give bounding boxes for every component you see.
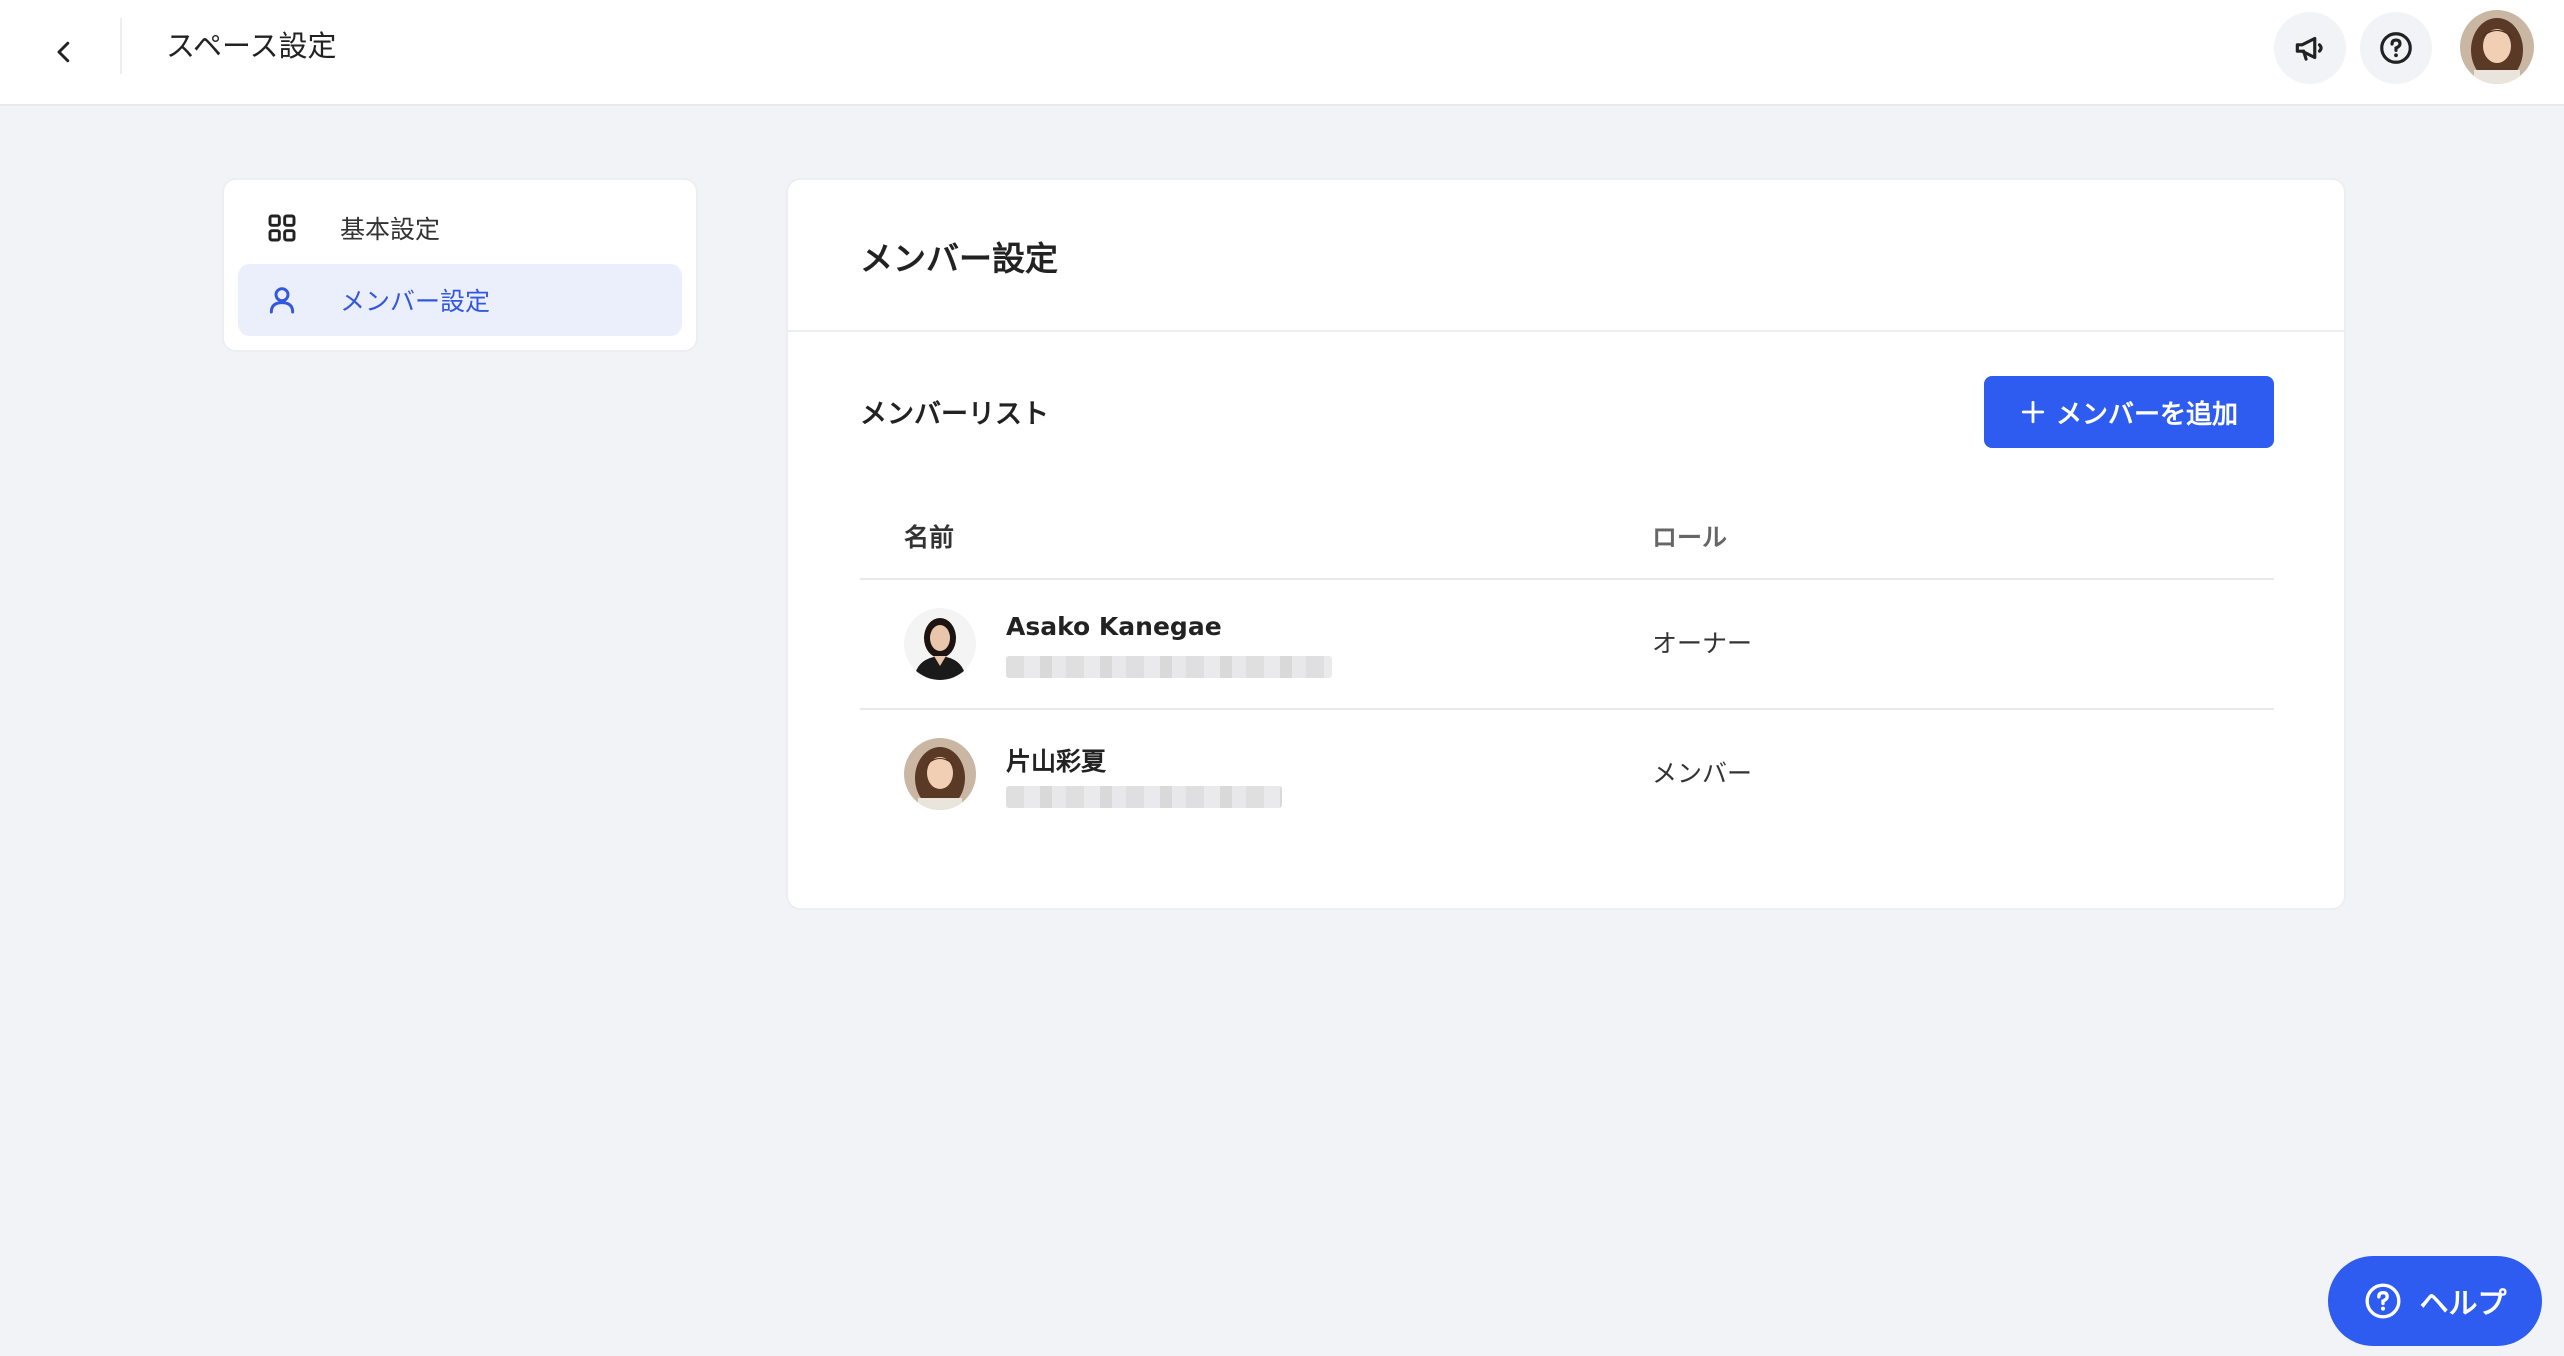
member-email-redacted — [1006, 656, 1332, 678]
avatar — [904, 608, 976, 680]
top-header: スペース設定 — [0, 0, 2564, 106]
plus-icon — [2021, 400, 2045, 424]
sidebar-item-label: 基本設定 — [340, 215, 441, 244]
avatar-photo — [904, 738, 976, 810]
add-member-label: メンバーを追加 — [2055, 399, 2238, 430]
announcement-button[interactable] — [2274, 12, 2346, 84]
member-list-title: メンバーリスト — [860, 399, 1049, 430]
member-name: 片山彩夏 — [1006, 747, 1107, 776]
avatar-photo — [904, 608, 976, 680]
member-role: メンバー — [1652, 759, 1753, 788]
section-title: メンバー設定 — [860, 239, 1058, 278]
sidebar-item-label: メンバー設定 — [340, 287, 491, 316]
sidebar-item-member-settings[interactable]: メンバー設定 — [238, 264, 682, 336]
help-icon-button[interactable] — [2360, 12, 2432, 84]
member-role: オーナー — [1652, 629, 1753, 658]
chevron-left-icon — [57, 41, 70, 63]
add-member-button[interactable]: メンバーを追加 — [1984, 376, 2274, 448]
back-button[interactable] — [36, 24, 92, 80]
sidebar-item-basic-settings[interactable]: 基本設定 — [238, 192, 682, 264]
avatar-photo — [2460, 10, 2534, 84]
page-title: スペース設定 — [166, 29, 337, 63]
question-circle-icon — [2380, 32, 2412, 64]
header-divider — [120, 18, 122, 74]
member-name: Asako Kanegae — [1006, 612, 1222, 641]
column-header-name: 名前 — [904, 523, 955, 552]
megaphone-icon — [2295, 36, 2323, 61]
grid-icon — [264, 210, 300, 246]
section-divider — [788, 330, 2344, 332]
table-row[interactable]: 片山彩夏 メンバー — [860, 710, 2274, 838]
help-button-label: ヘルプ — [2419, 1286, 2507, 1320]
settings-sidebar: 基本設定 メンバー設定 — [222, 178, 698, 352]
avatar — [904, 738, 976, 810]
column-header-role: ロール — [1652, 523, 1728, 552]
member-settings-card: メンバー設定 メンバーリスト メンバーを追加 名前 ロール Asako Kane… — [786, 178, 2346, 910]
help-button[interactable]: ヘルプ — [2328, 1256, 2542, 1346]
table-row[interactable]: Asako Kanegae オーナー — [860, 580, 2274, 708]
question-circle-icon — [2365, 1283, 2401, 1319]
member-email-redacted — [1006, 786, 1282, 808]
user-icon — [264, 282, 300, 318]
user-avatar[interactable] — [2460, 10, 2534, 84]
